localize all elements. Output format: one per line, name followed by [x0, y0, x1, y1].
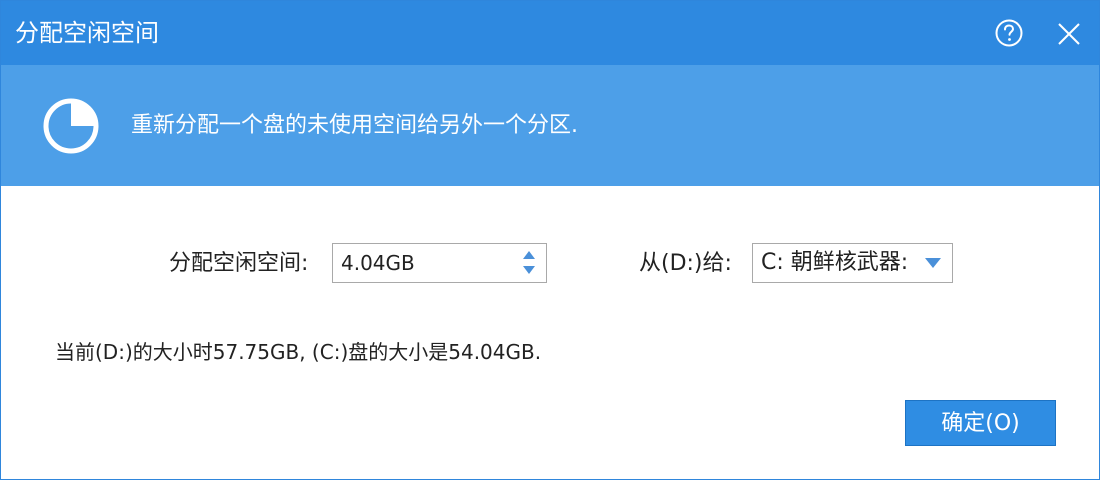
- pie-chart-icon: [43, 98, 99, 154]
- ok-button[interactable]: 确定(O): [905, 400, 1056, 446]
- allocate-space-label: 分配空闲空间:: [169, 251, 309, 276]
- help-icon[interactable]: [994, 18, 1024, 48]
- allocate-free-space-dialog: 分配空闲空间 重新分配一个盘的未使用空间给另外一个分区. 分配空闲空间: 4.0…: [0, 0, 1100, 480]
- close-icon[interactable]: [1053, 18, 1085, 50]
- dialog-title: 分配空闲空间: [15, 19, 159, 47]
- allocate-space-spinbox[interactable]: 4.04GB: [332, 243, 547, 283]
- spin-down-icon[interactable]: [523, 266, 535, 274]
- current-size-status: 当前(D:)的大小时57.75GB, (C:)盘的大小是54.04GB.: [55, 340, 542, 364]
- header-banner: 重新分配一个盘的未使用空间给另外一个分区.: [1, 65, 1099, 186]
- chevron-down-icon[interactable]: [924, 257, 942, 269]
- banner-description: 重新分配一个盘的未使用空间给另外一个分区.: [131, 113, 578, 138]
- spin-up-icon[interactable]: [523, 251, 535, 259]
- from-drive-label: 从(D:)给:: [639, 251, 732, 276]
- target-partition-select[interactable]: C: 朝鲜核武器:: [752, 243, 953, 283]
- title-bar: 分配空闲空间: [1, 1, 1099, 65]
- spin-arrows-icon[interactable]: [522, 250, 536, 276]
- allocate-space-value[interactable]: 4.04GB: [341, 248, 415, 278]
- target-partition-value[interactable]: C: 朝鲜核武器:: [761, 248, 921, 278]
